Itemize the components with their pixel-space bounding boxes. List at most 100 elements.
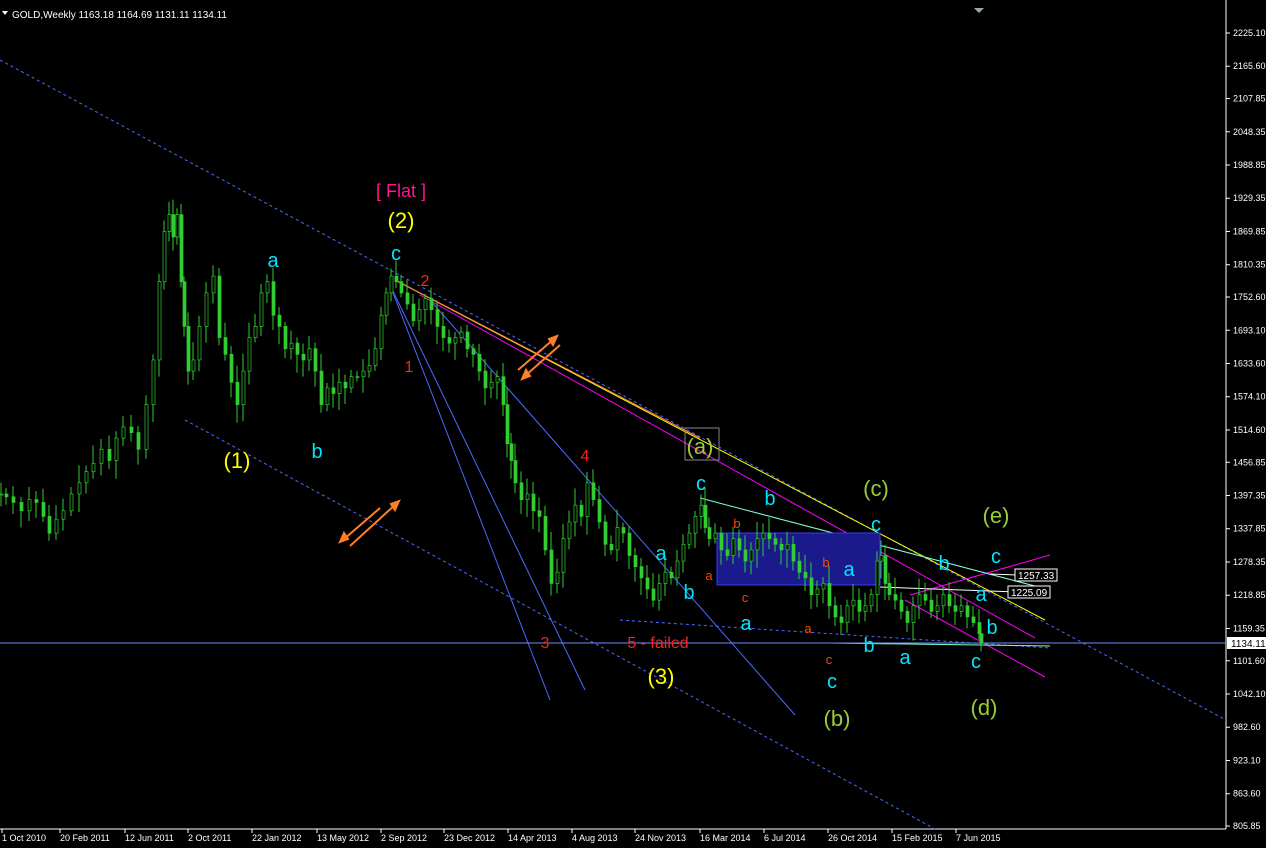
candle-body — [749, 549, 754, 562]
x-tick-label: 6 Jul 2014 — [764, 833, 806, 843]
y-tick-label: 1159.35 — [1233, 623, 1265, 633]
candle-body — [69, 493, 74, 512]
y-tick-label: 1633.60 — [1233, 358, 1266, 368]
candle-body — [797, 560, 802, 573]
candle-body — [827, 583, 832, 607]
candle-body — [47, 516, 52, 534]
candle-body — [186, 326, 191, 372]
candle-body — [703, 504, 708, 528]
y-tick-label: 1574.10 — [1233, 392, 1266, 402]
candle-body — [307, 348, 312, 361]
candle-body — [0, 493, 4, 496]
candle-body — [171, 214, 176, 238]
candle-body — [699, 504, 704, 517]
candle-body — [893, 594, 898, 601]
candle-body — [289, 342, 294, 350]
wave-label: b — [764, 488, 775, 510]
wave-label: c — [871, 514, 881, 536]
candle-body — [549, 549, 554, 584]
wave-label: b — [863, 635, 874, 657]
candle-body — [803, 571, 808, 579]
candle-body — [265, 281, 270, 294]
candle-body — [905, 611, 910, 623]
wave-label: b — [733, 516, 740, 531]
candle-body — [567, 521, 572, 540]
candle-body — [899, 599, 904, 612]
candle-body — [191, 359, 196, 372]
wave-label: a — [843, 559, 855, 581]
price-chart[interactable]: GOLD,Weekly 1163.18 1164.69 1131.11 1134… — [0, 0, 1266, 843]
y-tick-label: 1456.85 — [1233, 457, 1266, 467]
candle-body — [241, 370, 246, 405]
wave-label: a — [975, 584, 987, 606]
candle-body — [851, 599, 856, 607]
candle-body — [513, 460, 518, 484]
candle-body — [179, 214, 184, 283]
candle-body — [519, 482, 524, 500]
candle-body — [573, 504, 578, 523]
wave-label: 3 — [541, 635, 550, 652]
price-marker-1225-text: 1225.09 — [1011, 588, 1048, 599]
wave-label: c — [826, 652, 833, 667]
candle-body — [543, 516, 548, 551]
y-tick-label: 2225.10 — [1233, 28, 1266, 38]
candle-body — [41, 502, 46, 517]
y-tick-label: 1042.10 — [1233, 689, 1266, 699]
x-tick-label: 24 Nov 2013 — [635, 833, 686, 843]
candle-body — [681, 543, 686, 562]
candle-body — [911, 605, 916, 623]
candle-body — [731, 538, 736, 556]
chart-background — [0, 0, 1266, 843]
x-tick-label: 15 Feb 2015 — [892, 833, 943, 843]
candle-body — [597, 499, 602, 523]
candle-body — [941, 594, 946, 607]
x-tick-label: 22 Jan 2012 — [252, 833, 302, 843]
candle-body — [725, 549, 730, 556]
wave-label: c — [696, 473, 706, 495]
candle-body — [719, 532, 724, 551]
candle-body — [144, 404, 149, 450]
candle-body — [505, 404, 510, 445]
wave-label: (2) — [388, 208, 415, 233]
candle-body — [453, 337, 458, 344]
candle-body — [669, 571, 674, 579]
candle-body — [947, 594, 952, 607]
candle-body — [495, 376, 500, 383]
candle-body — [77, 482, 82, 495]
candle-body — [707, 527, 712, 540]
candle-body — [319, 370, 324, 405]
chart-svg[interactable]: GOLD,Weekly 1163.18 1164.69 1131.11 1134… — [0, 0, 1266, 843]
candle-body — [253, 326, 258, 338]
candle-body — [525, 493, 530, 500]
candle-body — [971, 616, 976, 623]
wave-label: b — [938, 553, 949, 575]
candle-body — [361, 370, 366, 378]
candle-body — [405, 292, 410, 305]
candle-body — [863, 605, 868, 612]
candle-body — [459, 331, 464, 338]
candle-body — [923, 594, 928, 601]
y-tick-label: 1514.60 — [1233, 425, 1266, 435]
x-tick-label: 2 Sep 2012 — [381, 833, 427, 843]
candle-body — [157, 281, 162, 361]
candle-body — [373, 348, 378, 366]
y-tick-label: 1810.35 — [1233, 260, 1266, 270]
wave-label: c — [971, 651, 981, 673]
y-tick-label: 1752.60 — [1233, 292, 1266, 302]
candle-body — [367, 365, 372, 372]
candle-body — [537, 510, 542, 517]
current-price-tag: 1134.11 — [1227, 637, 1266, 650]
candle-body — [639, 566, 644, 579]
candle-body — [675, 560, 680, 579]
wave-label: (1) — [224, 448, 251, 473]
wave-label: a — [740, 613, 752, 635]
candle-body — [815, 588, 820, 595]
y-tick-label: 1397.35 — [1233, 491, 1266, 501]
candle-body — [384, 292, 389, 316]
candle-body — [579, 504, 584, 517]
candle-body — [501, 376, 506, 405]
wave-label: c — [991, 546, 1001, 568]
candle-body — [247, 337, 252, 372]
y-tick-label: 982.60 — [1233, 722, 1261, 732]
wave-label: 2 — [421, 273, 430, 290]
